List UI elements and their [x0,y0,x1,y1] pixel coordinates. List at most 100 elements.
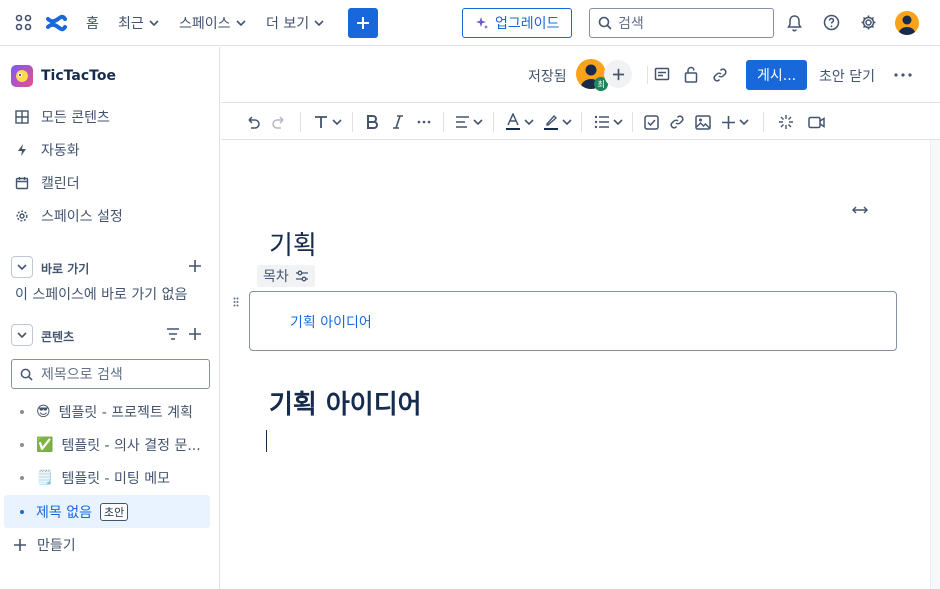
sidebar-item-label: 캘린더 [41,176,80,192]
tree-item-project-plan[interactable]: 😎 템플릿 - 프로젝트 계획 [0,402,193,422]
highlight-dropdown[interactable] [543,103,573,141]
search-icon [598,16,612,30]
nav-spaces-label: 스페이스 [179,16,231,32]
shortcuts-empty-text: 이 스페이스에 바로 가기 없음 [15,287,188,303]
link-icon[interactable] [669,103,685,141]
calendar-icon [15,177,29,190]
nav-home-label: 홈 [86,16,99,32]
nav-recent-label: 최근 [118,16,144,32]
sidebar-item-automation[interactable]: 자동화 [15,140,80,160]
global-search-input[interactable]: 검색 [589,8,774,38]
collaborator-avatar[interactable]: 최 [576,59,608,91]
nav-home[interactable]: 홈 [86,13,99,33]
draft-badge: 초안 [99,503,129,521]
bullet-dot [20,476,24,480]
shortcuts-collapse-toggle[interactable] [11,256,33,278]
content-collapse-toggle[interactable] [11,324,33,346]
filter-icon[interactable] [166,328,180,340]
tree-item-label: 템플릿 - 미팅 메모 [61,471,170,487]
title-search-input[interactable]: 제목으로 검색 [11,359,210,389]
top-navigation: 홈 최근 스페이스 더 보기 업그레이드 검색 [0,0,940,46]
space-header[interactable]: TicTacToe [11,65,116,87]
plus-icon [189,328,201,340]
chevron-down-icon [524,119,534,126]
invite-button[interactable] [604,60,632,88]
confluence-logo-icon[interactable] [45,12,67,34]
sidebar-item-all-content[interactable]: 모든 콘텐츠 [15,107,110,127]
italic-icon[interactable] [392,103,404,141]
create-label: 만들기 [37,538,76,554]
ai-sparkle-icon[interactable] [778,103,794,141]
insert-dropdown[interactable] [721,103,750,141]
tree-item-meeting-notes[interactable]: 🗒️ 템플릿 - 미팅 메모 [0,468,170,488]
text-color-dropdown[interactable] [505,103,535,141]
undo-icon[interactable] [245,103,261,141]
image-icon[interactable] [695,103,711,141]
shortcuts-title: 바로 가기 [41,262,90,276]
title-search-placeholder: 제목으로 검색 [41,367,123,383]
content-title: 콘텐츠 [41,330,75,344]
sidebar-item-label: 스페이스 설정 [41,209,123,225]
add-content-button[interactable] [188,327,202,341]
sidebar-item-calendar[interactable]: 캘린더 [15,173,80,193]
more-options-icon[interactable] [894,73,912,77]
item-emoji: 🗒️ [36,470,54,486]
more-formatting-icon[interactable] [417,103,431,141]
lightning-icon [18,144,26,156]
close-draft-button[interactable]: 초안 닫기 [819,66,875,86]
nav-recent[interactable]: 최근 [118,13,160,33]
width-toggle-icon[interactable] [852,205,868,215]
bullet-list-icon [594,115,609,129]
toc-macro-label[interactable]: 목차 [257,265,315,287]
sidebar-item-label: 자동화 [41,143,80,159]
comment-icon[interactable] [654,67,670,83]
toc-entry-link[interactable]: 기획 아이디어 [290,312,372,332]
nav-spaces[interactable]: 스페이스 [179,13,247,33]
text-style-dropdown[interactable] [313,103,343,141]
plus-icon [14,539,26,551]
video-icon[interactable] [808,103,825,141]
alignment-dropdown[interactable] [455,103,484,141]
tree-item-label: 템플릿 - 의사 결정 문... [61,438,201,454]
upgrade-label: 업그레이드 [495,16,560,32]
divider [300,112,301,132]
add-shortcut-button[interactable] [188,259,202,273]
list-dropdown[interactable] [594,103,624,141]
divider [352,112,353,132]
tree-item-untitled[interactable]: 제목 없음 초안 [0,502,129,522]
app-switcher-icon[interactable] [15,14,33,32]
settings-gear-icon[interactable] [860,14,877,31]
sidebar-item-space-settings[interactable]: 스페이스 설정 [15,206,123,226]
page-title[interactable]: 기획 [269,225,317,262]
plus-icon [189,260,201,272]
bold-icon[interactable] [365,103,379,141]
publish-label: 게시... [757,68,797,84]
grid-icon [15,110,29,124]
redo-icon[interactable] [271,103,287,141]
nav-more-label: 더 보기 [266,16,310,32]
checkbox-icon[interactable] [644,103,659,141]
notifications-icon[interactable] [786,14,803,32]
help-icon[interactable] [823,14,840,31]
user-avatar[interactable] [895,11,919,35]
divider [443,112,444,132]
sidebar-item-label: 모든 콘텐츠 [41,110,110,126]
drag-handle-icon[interactable] [233,297,239,307]
publish-button[interactable]: 게시... [746,60,808,90]
tree-item-decision-doc[interactable]: ✅ 템플릿 - 의사 결정 문... [0,435,201,455]
divider [581,112,582,132]
nav-more[interactable]: 더 보기 [266,13,325,33]
heading-1[interactable]: 기획 아이디어 [269,384,422,421]
chevron-down-icon [235,20,246,27]
chevron-down-icon [149,20,159,27]
upgrade-button[interactable]: 업그레이드 [462,8,573,38]
create-content-button[interactable]: 만들기 [13,535,76,555]
chevron-down-icon [314,20,324,27]
bullet-dot [20,443,24,447]
chevron-down-icon [332,119,342,126]
link-icon[interactable] [712,67,728,83]
sparkle-icon [476,17,488,29]
editor-scrollbar[interactable] [930,140,940,589]
lock-icon[interactable] [684,66,698,83]
create-button[interactable] [348,8,378,38]
